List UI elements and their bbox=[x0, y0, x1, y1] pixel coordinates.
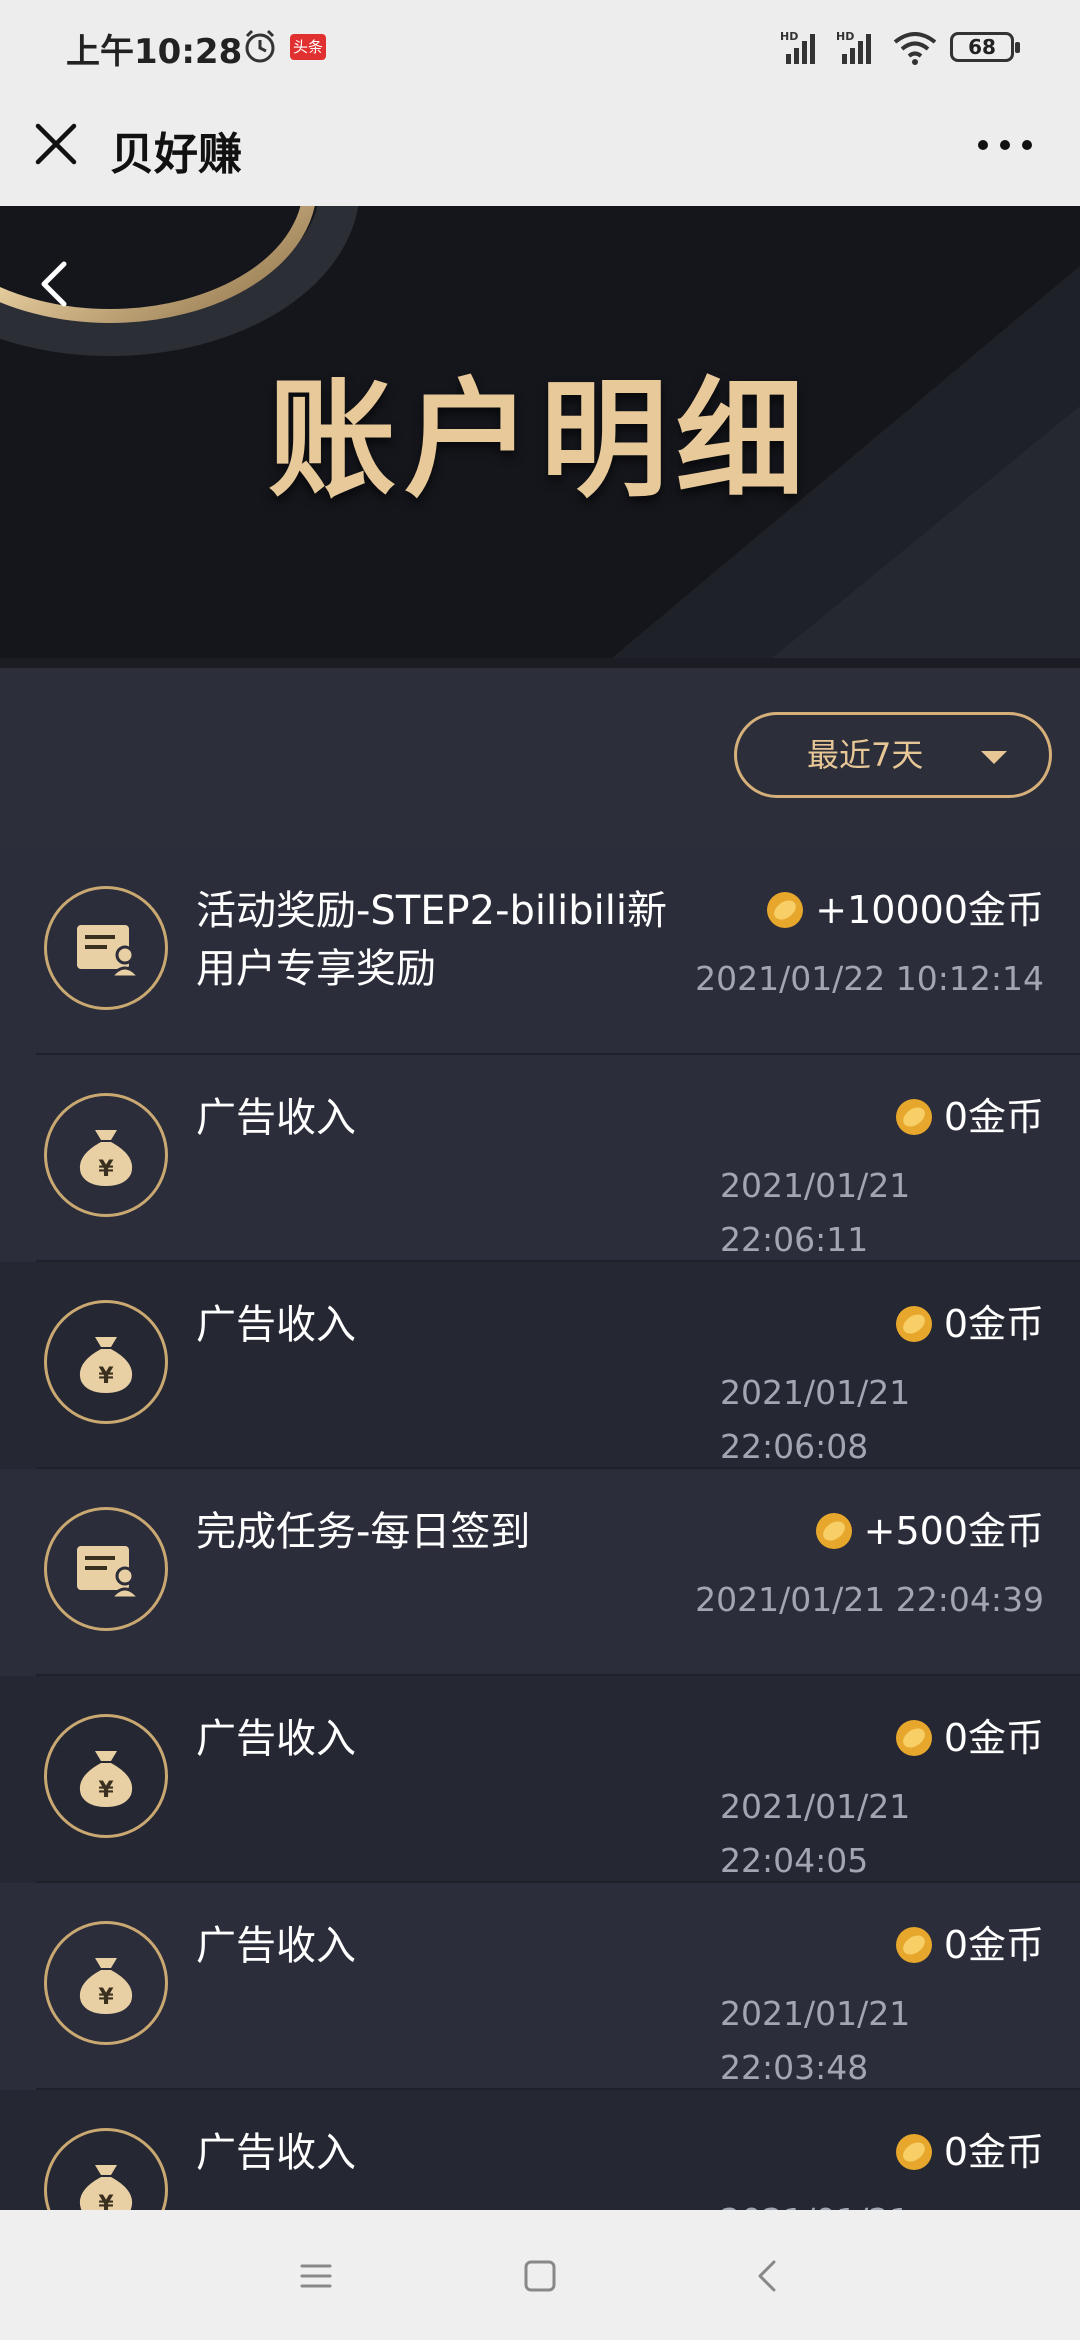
record-amount-text: 0金币 bbox=[943, 1716, 1044, 1760]
svg-text:¥: ¥ bbox=[98, 1364, 114, 1389]
record-title: 广告收入 bbox=[196, 2130, 356, 2176]
record-row[interactable]: ¥ 广告收入 0金币 2021/01/21 bbox=[0, 2090, 1080, 2210]
menu-icon[interactable] bbox=[292, 2252, 340, 2300]
record-row[interactable]: 完成任务-每日签到 +500金币 2021/01/21 22:04:39 bbox=[0, 1469, 1080, 1676]
date-range-dropdown[interactable]: 最近7天 bbox=[734, 712, 1052, 798]
record-amount: 0金币 bbox=[894, 1919, 1044, 1971]
back-chevron-icon[interactable] bbox=[744, 2252, 792, 2300]
record-title: 广告收入 bbox=[196, 1302, 356, 1348]
coin-icon bbox=[815, 1512, 852, 1549]
record-amount: 0金币 bbox=[894, 1298, 1044, 1350]
money-bag-icon: ¥ bbox=[44, 1714, 168, 1838]
svg-text:HD: HD bbox=[780, 30, 798, 43]
record-time: 2021/01/21 22:06:11 bbox=[720, 1166, 911, 1259]
record-time: 2021/01/21 bbox=[720, 2194, 1050, 2210]
money-bag-icon: ¥ bbox=[44, 1921, 168, 2045]
record-row[interactable]: ¥ 广告收入 0金币 2021/01/21 22:04:05 bbox=[0, 1676, 1080, 1883]
date-range-label: 最近7天 bbox=[807, 736, 924, 774]
record-amount-text: +10000金币 bbox=[815, 888, 1044, 932]
money-bag-icon: ¥ bbox=[44, 2128, 168, 2210]
back-icon[interactable] bbox=[30, 246, 80, 316]
record-row[interactable]: ¥ 广告收入 0金币 2021/01/21 22:06:11 bbox=[0, 1055, 1080, 1262]
header-banner: 账户明细 bbox=[0, 206, 1080, 668]
record-title: 完成任务-每日签到 bbox=[196, 1509, 531, 1555]
record-amount: 0金币 bbox=[894, 1091, 1044, 1143]
home-square-icon[interactable] bbox=[516, 2252, 564, 2300]
coin-icon bbox=[895, 1719, 932, 1756]
record-list: 活动奖励-STEP2-bilibili新用户专享奖励 +10000金币 2021… bbox=[0, 848, 1080, 2210]
caret-down-icon bbox=[981, 751, 1007, 764]
record-title: 广告收入 bbox=[196, 1716, 356, 1762]
record-row[interactable]: 活动奖励-STEP2-bilibili新用户专享奖励 +10000金币 2021… bbox=[0, 848, 1080, 1055]
close-icon[interactable] bbox=[30, 118, 82, 170]
svg-text:¥: ¥ bbox=[98, 1985, 114, 2010]
coin-icon bbox=[895, 1098, 932, 1135]
svg-text:HD: HD bbox=[836, 30, 854, 43]
coin-icon bbox=[895, 2133, 932, 2170]
record-row[interactable]: ¥ 广告收入 0金币 2021/01/21 22:06:08 bbox=[0, 1262, 1080, 1469]
record-row[interactable]: ¥ 广告收入 0金币 2021/01/21 22:03:48 bbox=[0, 1883, 1080, 2090]
record-amount-text: +500金币 bbox=[863, 1509, 1044, 1553]
coin-icon bbox=[895, 1926, 932, 1963]
svg-text:¥: ¥ bbox=[98, 1778, 114, 1803]
record-time: 2021/01/21 22:06:08 bbox=[720, 1373, 911, 1466]
status-time: 上午10:28 bbox=[66, 32, 243, 72]
record-amount: +500金币 bbox=[814, 1505, 1044, 1557]
money-bag-icon: ¥ bbox=[44, 1300, 168, 1424]
filter-bar: 最近7天 bbox=[0, 668, 1080, 848]
coin-icon bbox=[895, 1305, 932, 1342]
coin-icon bbox=[767, 891, 804, 928]
record-time: 2021/01/21 22:04:05 bbox=[720, 1787, 911, 1880]
record-amount-text: 0金币 bbox=[943, 1923, 1044, 1967]
signal-icon: HD bbox=[780, 30, 815, 64]
svg-text:¥: ¥ bbox=[98, 1157, 114, 1182]
record-amount: 0金币 bbox=[894, 1712, 1044, 1764]
record-title: 广告收入 bbox=[196, 1095, 356, 1141]
record-title: 活动奖励-STEP2-bilibili新用户专享奖励 bbox=[196, 888, 667, 992]
signal-icon: HD bbox=[836, 30, 871, 64]
title-bar: 贝好赚 bbox=[0, 96, 1080, 206]
alarm-icon bbox=[245, 29, 275, 63]
record-time: 2021/01/21 22:03:48 bbox=[720, 1994, 911, 2087]
system-nav-bar bbox=[0, 2210, 1080, 2340]
record-amount: 0金币 bbox=[894, 2126, 1044, 2178]
wifi-icon bbox=[893, 32, 937, 65]
money-bag-icon: ¥ bbox=[44, 1093, 168, 1217]
news-badge: 头条 bbox=[290, 34, 326, 60]
record-title: 广告收入 bbox=[196, 1923, 356, 1969]
battery-indicator: 68 bbox=[950, 32, 1020, 62]
record-amount-text: 0金币 bbox=[943, 1302, 1044, 1346]
record-time: 2021/01/21 22:04:39 bbox=[695, 1580, 1044, 1619]
task-card-icon bbox=[44, 886, 168, 1010]
record-amount: +10000金币 bbox=[765, 884, 1044, 936]
record-amount-text: 0金币 bbox=[943, 2130, 1044, 2174]
record-amount-text: 0金币 bbox=[943, 1095, 1044, 1139]
task-card-icon bbox=[44, 1507, 168, 1631]
record-time: 2021/01/22 10:12:14 bbox=[695, 959, 1044, 998]
status-bar: 上午10:28 头条 HD HD 68 bbox=[0, 0, 1080, 96]
banner-title: 账户明细 bbox=[267, 366, 812, 515]
page-title: 贝好赚 bbox=[110, 129, 242, 180]
svg-text:¥: ¥ bbox=[98, 2192, 114, 2210]
more-dots-icon[interactable] bbox=[975, 130, 1035, 160]
